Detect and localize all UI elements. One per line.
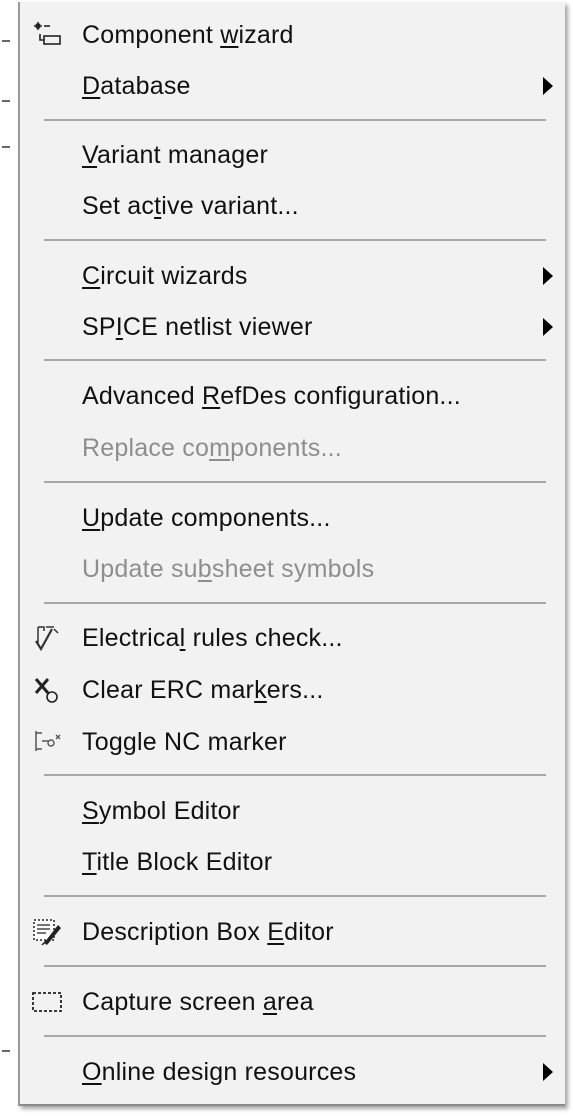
menu-item-label: Title Block Editor bbox=[82, 847, 273, 876]
menu-separator bbox=[44, 1035, 546, 1037]
menu-item-spice-netlist-viewer[interactable]: SPICE netlist viewer bbox=[20, 304, 565, 350]
submenu-arrow-icon bbox=[543, 318, 553, 336]
menu-item-variant-manager[interactable]: Variant manager bbox=[20, 132, 565, 178]
menu-item-component-wizard[interactable]: Component wizard bbox=[20, 12, 565, 58]
menu-item-circuit-wizards[interactable]: Circuit wizards bbox=[20, 253, 565, 299]
menu-item-update-components[interactable]: Update components... bbox=[20, 495, 565, 541]
submenu-arrow-icon bbox=[543, 1063, 553, 1081]
menu-item-label: Variant manager bbox=[82, 140, 268, 169]
menu-item-set-active-variant[interactable]: Set active variant... bbox=[20, 183, 565, 229]
menu-item-electrical-rules-check[interactable]: Electrical rules check... bbox=[20, 615, 565, 661]
menu-item-label: Electrical rules check... bbox=[82, 623, 343, 652]
background-window-edge bbox=[0, 0, 18, 1118]
menu-item-label: Clear ERC markers... bbox=[82, 675, 324, 704]
menu-item-label: Database bbox=[82, 71, 191, 100]
menu-item-label: Update components... bbox=[82, 503, 331, 532]
menu-item-label: Replace components... bbox=[82, 433, 342, 462]
toggle-nc-marker-icon bbox=[30, 725, 66, 759]
menu-item-replace-components: Replace components... bbox=[20, 425, 565, 471]
background-mark bbox=[2, 1050, 10, 1052]
menu-separator bbox=[44, 119, 546, 121]
menu-item-label: Capture screen area bbox=[82, 987, 314, 1016]
menu-item-toggle-nc-marker[interactable]: Toggle NC marker bbox=[20, 719, 565, 765]
background-mark bbox=[2, 40, 10, 42]
background-mark bbox=[2, 100, 10, 102]
menu-item-database[interactable]: Database bbox=[20, 63, 565, 109]
menu-item-label: Description Box Editor bbox=[82, 917, 334, 946]
menu-item-label: Set active variant... bbox=[82, 191, 299, 220]
menu-item-label: Online design resources bbox=[82, 1057, 357, 1086]
menu-item-label: Toggle NC marker bbox=[82, 727, 287, 756]
menu-item-label: Component wizard bbox=[82, 20, 294, 49]
menu-item-clear-erc-markers[interactable]: Clear ERC markers... bbox=[20, 667, 565, 713]
submenu-arrow-icon bbox=[543, 267, 553, 285]
menu-item-capture-screen-area[interactable]: Capture screen area bbox=[20, 979, 565, 1025]
menu-item-title-block-editor[interactable]: Title Block Editor bbox=[20, 839, 565, 885]
capture-screen-area-icon bbox=[30, 985, 66, 1019]
description-box-editor-icon bbox=[30, 915, 66, 949]
menu-item-label: Update subsheet symbols bbox=[82, 554, 375, 583]
menu-separator bbox=[44, 774, 546, 776]
electrical-rules-check-icon bbox=[30, 621, 66, 655]
menu-separator bbox=[44, 239, 546, 241]
menu-item-label: Circuit wizards bbox=[82, 261, 248, 290]
menu-separator bbox=[44, 359, 546, 361]
menu-item-description-box-editor[interactable]: Description Box Editor bbox=[20, 909, 565, 955]
menu-item-update-subsheet-symbols: Update subsheet symbols bbox=[20, 546, 565, 592]
menu-separator bbox=[44, 965, 546, 967]
menu-separator bbox=[44, 481, 546, 483]
menu-item-label: SPICE netlist viewer bbox=[82, 312, 313, 341]
component-wizard-icon bbox=[30, 18, 66, 52]
submenu-arrow-icon bbox=[543, 77, 553, 95]
menu-item-online-design-resources[interactable]: Online design resources bbox=[20, 1049, 565, 1095]
menu-separator bbox=[44, 895, 546, 897]
menu-separator bbox=[44, 602, 546, 604]
menu-item-label: Symbol Editor bbox=[82, 796, 241, 825]
clear-erc-markers-icon bbox=[30, 673, 66, 707]
tools-menu: Component wizard Database Variant manage… bbox=[18, 2, 565, 1106]
menu-item-advanced-refdes-configuration[interactable]: Advanced RefDes configuration... bbox=[20, 373, 565, 419]
background-mark bbox=[2, 146, 10, 148]
menu-item-label: Advanced RefDes configuration... bbox=[82, 381, 461, 410]
menu-item-symbol-editor[interactable]: Symbol Editor bbox=[20, 788, 565, 834]
